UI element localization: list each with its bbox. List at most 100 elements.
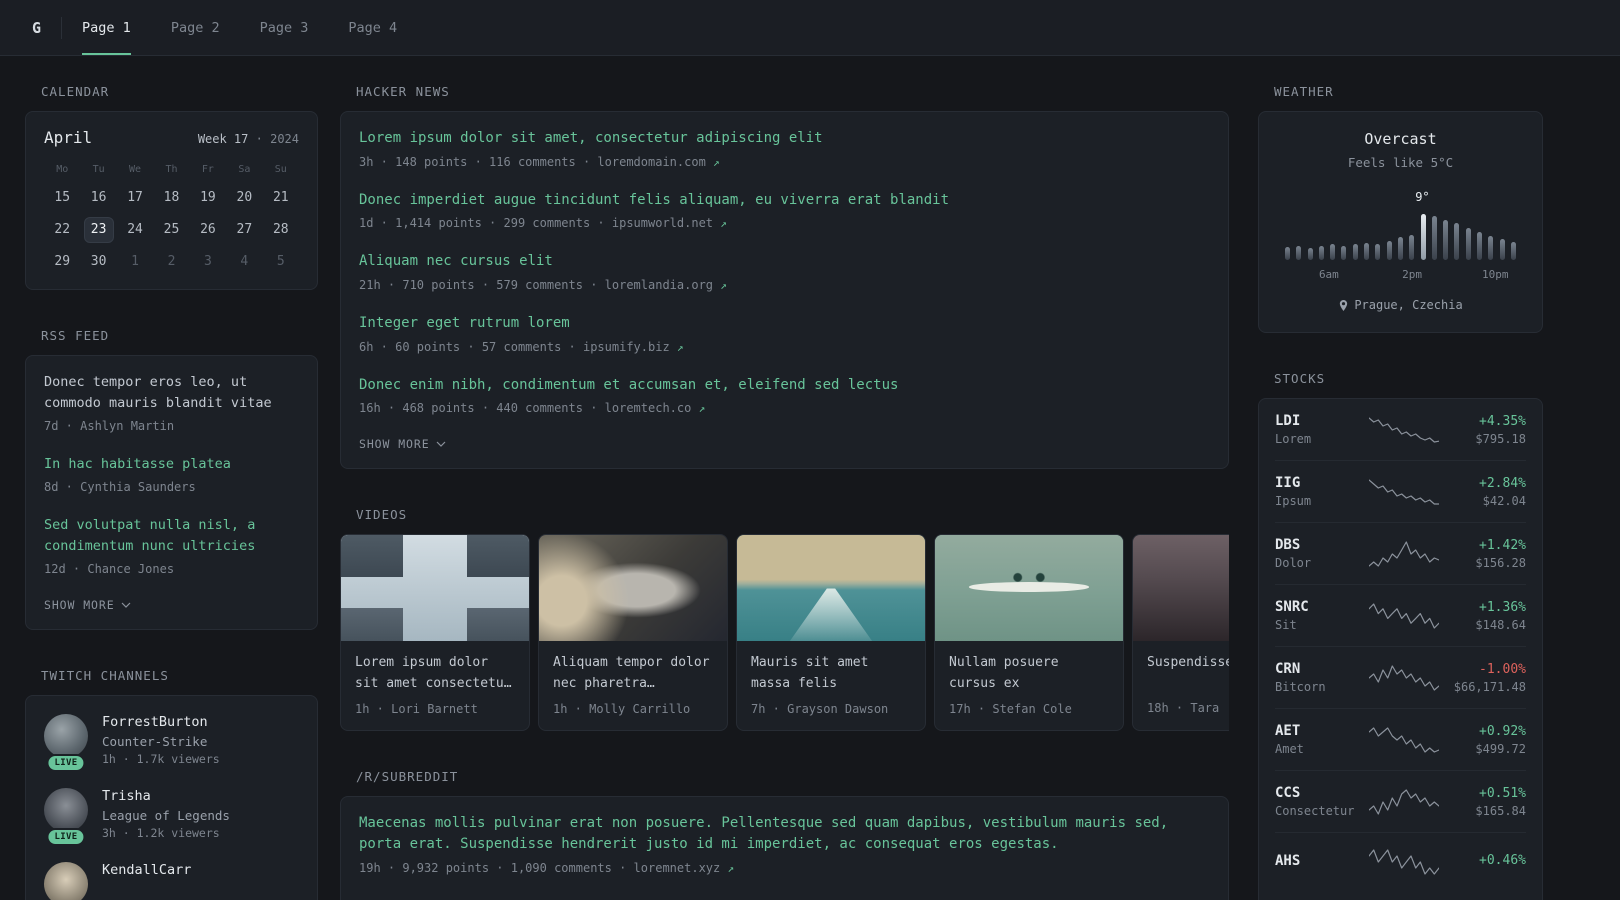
- video-title[interactable]: Lorem ipsum dolor sit amet consectetu…: [355, 653, 515, 693]
- calendar-day-next-month[interactable]: 1: [120, 249, 150, 275]
- rss-widget: RSS FEED Donec tempor eros leo, ut commo…: [25, 328, 318, 630]
- twitch-channel[interactable]: LIVE ForrestBurton Counter-Strike 1h · 1…: [44, 713, 299, 772]
- calendar-day-next-month[interactable]: 2: [156, 249, 186, 275]
- chevron-down-icon: [436, 442, 446, 448]
- channel-name[interactable]: ForrestBurton: [102, 714, 220, 730]
- channel-viewers: 3h · 1.2k viewers: [102, 825, 220, 840]
- video-title[interactable]: Aliquam tempor dolor nec pharetra…: [553, 653, 713, 693]
- hackernews-widget: HACKER NEWS Lorem ipsum dolor sit amet, …: [340, 84, 1229, 470]
- video-title[interactable]: Suspendisse diam: [1147, 653, 1229, 693]
- calendar-day-next-month[interactable]: 3: [193, 249, 223, 275]
- calendar-day-next-month[interactable]: 4: [229, 249, 259, 275]
- chevron-down-icon: [121, 602, 131, 608]
- video-card[interactable]: Lorem ipsum dolor sit amet consectetu… 1…: [340, 534, 530, 731]
- weather-hour-bar: [1488, 236, 1494, 260]
- video-thumbnail[interactable]: [935, 535, 1123, 642]
- stock-row[interactable]: IIG Ipsum +2.84% $42.04: [1275, 461, 1526, 523]
- hn-item-title[interactable]: Lorem ipsum dolor sit amet, consectetur …: [359, 128, 1210, 150]
- video-title[interactable]: Nullam posuere cursus ex: [949, 653, 1109, 693]
- calendar-day[interactable]: 27: [229, 217, 259, 243]
- stock-row[interactable]: DBS Dolor +1.42% $156.28: [1275, 523, 1526, 585]
- calendar-day[interactable]: 21: [266, 185, 296, 211]
- hn-item-domain[interactable]: ipsumify.biz: [583, 340, 670, 354]
- hn-item: Donec imperdiet augue tincidunt felis al…: [359, 190, 1210, 231]
- hn-item-title[interactable]: Donec imperdiet augue tincidunt felis al…: [359, 190, 1210, 212]
- calendar-day[interactable]: 15: [47, 185, 77, 211]
- weather-location[interactable]: Prague, Czechia: [1277, 298, 1524, 312]
- rss-item-meta: 8d · Cynthia Saunders: [44, 479, 196, 494]
- calendar-day[interactable]: 26: [193, 217, 223, 243]
- calendar-day[interactable]: 17: [120, 185, 150, 211]
- calendar-day[interactable]: 18: [156, 185, 186, 211]
- weather-hour-bar: [1499, 239, 1505, 260]
- stock-row[interactable]: AET Amet +0.92% $499.72: [1275, 709, 1526, 771]
- weather-hour-bar: [1285, 247, 1290, 260]
- hn-item-title[interactable]: Integer eget rutrum lorem: [359, 313, 1210, 335]
- video-card[interactable]: Mauris sit amet massa felis 7h · Grayson…: [736, 534, 926, 731]
- calendar-day[interactable]: 29: [47, 249, 77, 275]
- reddit-post-title[interactable]: Maecenas mollis pulvinar erat non posuer…: [359, 813, 1210, 856]
- hn-item-domain[interactable]: loremtech.co: [605, 401, 692, 415]
- video-carousel: Lorem ipsum dolor sit amet consectetu… 1…: [340, 534, 1229, 731]
- calendar-day-next-month[interactable]: 5: [266, 249, 296, 275]
- tab-page-3[interactable]: Page 3: [260, 0, 309, 55]
- calendar-day[interactable]: 25: [156, 217, 186, 243]
- video-thumbnail[interactable]: [1133, 535, 1229, 642]
- twitch-channel[interactable]: KendallCarr: [44, 861, 299, 900]
- reddit-post-domain[interactable]: loremnet.xyz: [634, 861, 721, 875]
- videos-widget-title: VIDEOS: [356, 507, 408, 523]
- video-thumbnail[interactable]: [539, 535, 727, 642]
- calendar-day[interactable]: 24: [120, 217, 150, 243]
- stock-price: $66,171.48: [1453, 679, 1526, 694]
- weather-hour-bar: [1454, 223, 1460, 260]
- calendar-day[interactable]: 30: [84, 249, 114, 275]
- calendar-day[interactable]: 28: [266, 217, 296, 243]
- calendar-day[interactable]: 22: [47, 217, 77, 243]
- weather-panel: Overcast Feels like 5°C 9° 6am 2pm 10pm …: [1258, 111, 1543, 333]
- external-link-icon: ↗: [676, 340, 684, 354]
- stock-row[interactable]: CCS Consectetur +0.51% $165.84: [1275, 771, 1526, 833]
- tab-page-1[interactable]: Page 1: [82, 0, 131, 55]
- channel-name[interactable]: KendallCarr: [102, 862, 191, 878]
- calendar-day[interactable]: 16: [84, 185, 114, 211]
- rss-item: Sed volutpat nulla nisl, a condimentum n…: [44, 515, 299, 576]
- rss-show-more-button[interactable]: SHOW MORE: [44, 598, 131, 612]
- stock-name: Bitcorn: [1275, 680, 1326, 694]
- hn-item-domain[interactable]: loremlandia.org: [605, 278, 713, 292]
- stock-row[interactable]: SNRC Sit +1.36% $148.64: [1275, 585, 1526, 647]
- weather-hour-bar: [1443, 220, 1449, 260]
- weather-time-labels: 6am 2pm 10pm: [1285, 268, 1516, 284]
- hn-item-title[interactable]: Aliquam nec cursus elit: [359, 251, 1210, 273]
- stock-row[interactable]: AHS +0.46%: [1275, 833, 1526, 891]
- hn-item-title[interactable]: Donec enim nibh, condimentum et accumsan…: [359, 375, 1210, 397]
- calendar-grid: Mo Tu We Th Fr Sa Su 15 16 17 18 19 20 2…: [44, 161, 299, 275]
- video-thumbnail[interactable]: [737, 535, 925, 642]
- hn-item-domain[interactable]: ipsumworld.net: [612, 216, 713, 230]
- calendar-day[interactable]: 20: [229, 185, 259, 211]
- hn-show-more-button[interactable]: SHOW MORE: [359, 437, 446, 451]
- tab-page-2[interactable]: Page 2: [171, 0, 220, 55]
- twitch-panel: LIVE ForrestBurton Counter-Strike 1h · 1…: [25, 694, 318, 900]
- tab-page-4[interactable]: Page 4: [348, 0, 397, 55]
- channel-name[interactable]: Trisha: [102, 788, 230, 804]
- hn-item-domain[interactable]: loremdomain.com: [597, 155, 705, 169]
- weekday-header: Sa: [238, 164, 251, 175]
- calendar-day[interactable]: 19: [193, 185, 223, 211]
- video-card[interactable]: Suspendisse diam 18h · Tara: [1132, 534, 1229, 731]
- video-title[interactable]: Mauris sit amet massa felis: [751, 653, 911, 693]
- rss-item-title[interactable]: Donec tempor eros leo, ut commodo mauris…: [44, 372, 299, 414]
- app-logo[interactable]: G: [26, 19, 47, 37]
- rss-item-title[interactable]: Sed volutpat nulla nisl, a condimentum n…: [44, 515, 299, 557]
- stock-row[interactable]: CRN Bitcorn -1.00% $66,171.48: [1275, 647, 1526, 709]
- video-card[interactable]: Aliquam tempor dolor nec pharetra… 1h · …: [538, 534, 728, 731]
- calendar-day-selected[interactable]: 23: [83, 217, 114, 243]
- twitch-channel[interactable]: LIVE Trisha League of Legends 3h · 1.2k …: [44, 787, 299, 846]
- stock-change: +0.92%: [1479, 723, 1526, 739]
- rss-item-title[interactable]: In hac habitasse platea: [44, 454, 299, 475]
- stock-row[interactable]: LDI Lorem +4.35% $795.18: [1275, 399, 1526, 461]
- stocks-widget-title: STOCKS: [1274, 371, 1326, 386]
- channel-avatar-wrap: [44, 861, 88, 900]
- reddit-panel: Maecenas mollis pulvinar erat non posuer…: [340, 795, 1229, 900]
- video-card[interactable]: Nullam posuere cursus ex 17h · Stefan Co…: [934, 534, 1124, 731]
- video-thumbnail[interactable]: [341, 535, 529, 642]
